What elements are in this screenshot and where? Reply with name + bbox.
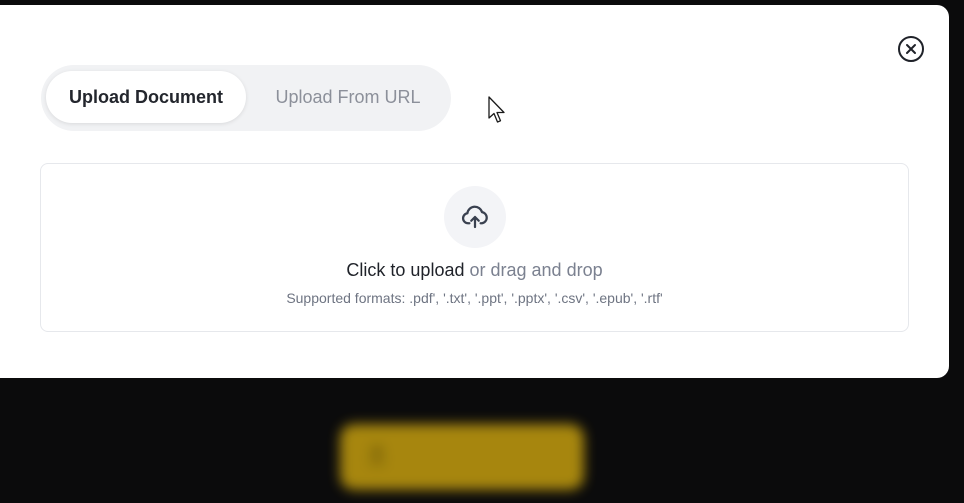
upload-instruction: Click to upload or drag and drop	[41, 258, 908, 282]
drag-and-drop-text: or drag and drop	[469, 260, 603, 280]
close-button[interactable]	[897, 35, 925, 63]
upload-mode-tabs: Upload Document Upload From URL	[41, 65, 451, 131]
file-dropzone[interactable]: Click to upload or drag and drop Support…	[40, 163, 909, 332]
blurred-background-button	[340, 424, 584, 490]
upload-dialog: Upload Document Upload From URL Click to…	[0, 5, 949, 378]
click-to-upload-link[interactable]: Click to upload	[346, 260, 464, 280]
close-circle-icon	[898, 36, 924, 62]
tab-upload-from-url[interactable]: Upload From URL	[255, 71, 441, 123]
mouse-pointer-icon	[488, 96, 505, 123]
tab-upload-document[interactable]: Upload Document	[46, 71, 246, 123]
upload-icon	[369, 446, 385, 464]
upload-icon-badge	[444, 186, 506, 248]
supported-formats-text: Supported formats: .pdf', '.txt', '.ppt'…	[286, 290, 663, 306]
cloud-upload-icon	[461, 205, 488, 229]
